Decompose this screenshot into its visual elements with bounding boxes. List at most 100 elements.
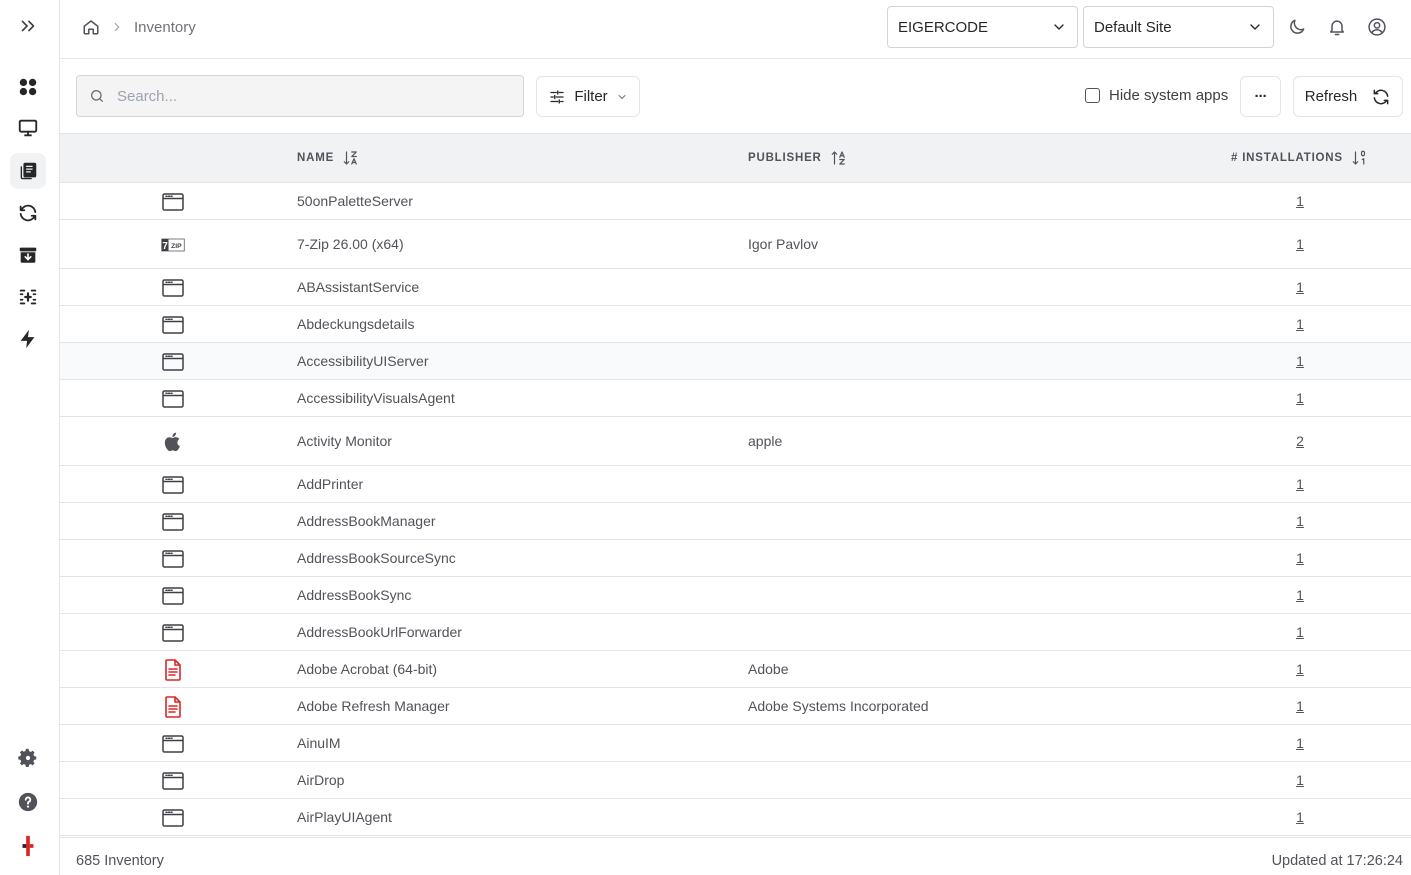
installations-link[interactable]: 1 xyxy=(1296,772,1304,788)
organization-select-value: EIGERCODE xyxy=(898,18,989,36)
sidebar-item-inventory[interactable] xyxy=(10,153,46,189)
app-publisher: Igor Pavlov xyxy=(748,236,819,252)
automation-icon xyxy=(20,329,35,349)
installations-link[interactable]: 2 xyxy=(1296,433,1304,449)
app-window-icon xyxy=(160,584,186,608)
hide-system-apps-checkbox[interactable] xyxy=(1085,88,1100,103)
breadcrumb-current: Inventory xyxy=(134,18,196,36)
app-window-icon xyxy=(160,769,186,793)
sidebar-item-help[interactable] xyxy=(10,784,46,820)
column-header-name-label: NAME xyxy=(297,152,335,164)
installations-link[interactable]: 1 xyxy=(1296,809,1304,825)
app-window-icon xyxy=(160,190,186,214)
installations-link[interactable]: 1 xyxy=(1296,513,1304,529)
installations-link[interactable]: 1 xyxy=(1296,587,1304,603)
table-row[interactable]: AddressBookManager 1 xyxy=(60,503,1411,540)
chevron-down-icon xyxy=(618,94,626,99)
inventory-icon xyxy=(20,162,37,180)
home-icon[interactable] xyxy=(82,18,100,36)
inventory-count: 685 Inventory xyxy=(76,853,164,869)
installations-link[interactable]: 1 xyxy=(1296,279,1304,295)
table-row[interactable]: Activity Monitor apple 2 xyxy=(60,417,1411,466)
pdf-document-icon xyxy=(160,695,186,719)
installations-link[interactable]: 1 xyxy=(1296,353,1304,369)
column-header-name[interactable]: NAME xyxy=(297,134,360,182)
installations-link[interactable]: 1 xyxy=(1296,698,1304,714)
more-options-label: ··· xyxy=(1254,88,1268,105)
hide-system-apps-toggle[interactable]: Hide system apps xyxy=(1085,87,1228,104)
column-header-publisher[interactable]: PUBLISHER xyxy=(748,134,848,182)
app-window-icon xyxy=(160,313,186,337)
notifications-button[interactable] xyxy=(1325,15,1349,39)
pdf-document-icon xyxy=(160,658,186,682)
table-row[interactable]: Adobe Acrobat (64-bit) Adobe 1 xyxy=(60,651,1411,688)
7zip-icon: 7 ZIP xyxy=(160,233,186,257)
sidebar-item-archive[interactable] xyxy=(10,237,46,273)
app-window-icon xyxy=(160,473,186,497)
app-name: AddressBookManager xyxy=(297,513,436,529)
column-header-installations[interactable]: # INSTALLATIONS xyxy=(1231,134,1369,182)
table-row[interactable]: AddressBookUrlForwarder 1 xyxy=(60,614,1411,651)
table-row[interactable]: AinuIM 1 xyxy=(60,725,1411,762)
table-row[interactable]: 7 ZIP 7-Zip 26.00 (x64) Igor Pavlov 1 xyxy=(60,220,1411,269)
app-name: 50onPaletteServer xyxy=(297,193,413,209)
app-name: AddressBookSourceSync xyxy=(297,550,456,566)
sidebar-item-scan[interactable] xyxy=(10,279,46,315)
organization-select[interactable]: EIGERCODE xyxy=(887,6,1078,48)
table-row[interactable]: ABAssistantService 1 xyxy=(60,269,1411,306)
app-window-icon xyxy=(160,350,186,374)
installations-link[interactable]: 1 xyxy=(1296,193,1304,209)
sidebar-item-devices[interactable] xyxy=(10,110,46,146)
dashboard-icon xyxy=(19,78,37,96)
sidebar-item-settings[interactable] xyxy=(10,740,46,776)
sidebar-item-automation[interactable] xyxy=(10,321,46,357)
installations-link[interactable]: 1 xyxy=(1296,390,1304,406)
table-body: 50onPaletteServer 1 7 ZIP 7-Zip 26.00 (x64) I… xyxy=(60,183,1411,836)
app-name: Abdeckungsdetails xyxy=(297,316,415,332)
column-header-publisher-label: PUBLISHER xyxy=(748,152,822,164)
installations-link[interactable]: 1 xyxy=(1296,550,1304,566)
chevron-down-icon xyxy=(1054,24,1064,30)
theme-toggle-button[interactable] xyxy=(1285,15,1309,39)
refresh-label: Refresh xyxy=(1304,88,1358,105)
site-select[interactable]: Default Site xyxy=(1083,6,1274,48)
app-name: AinuIM xyxy=(297,735,341,751)
table-row[interactable]: AirPlayUIAgent 1 xyxy=(60,799,1411,836)
app-root: Inventory EIGERCODE Default Site Filter xyxy=(0,0,1411,875)
sync-icon xyxy=(19,204,37,222)
installations-link[interactable]: 1 xyxy=(1296,735,1304,751)
chevron-right-icon xyxy=(114,22,120,32)
sliders-icon xyxy=(550,89,565,104)
table-row[interactable]: AddressBookSync 1 xyxy=(60,577,1411,614)
table-row[interactable]: AccessibilityUIServer 1 xyxy=(60,343,1411,380)
sort-numeric-icon xyxy=(1352,150,1365,165)
devices-icon xyxy=(18,119,38,137)
refresh-button[interactable]: Refresh xyxy=(1293,76,1403,117)
table-row[interactable]: 50onPaletteServer 1 xyxy=(60,183,1411,220)
refresh-icon xyxy=(1373,89,1389,104)
expand-sidebar-button[interactable] xyxy=(10,8,46,44)
installations-link[interactable]: 1 xyxy=(1296,661,1304,677)
search-input[interactable] xyxy=(117,87,497,105)
table-row[interactable]: Adobe Refresh Manager Adobe Systems Incor… xyxy=(60,688,1411,725)
sidebar-item-sync[interactable] xyxy=(10,195,46,231)
search-box[interactable] xyxy=(76,75,524,117)
table-row[interactable]: AddPrinter 1 xyxy=(60,466,1411,503)
installations-link[interactable]: 1 xyxy=(1296,624,1304,640)
user-menu-button[interactable] xyxy=(1365,15,1389,39)
sidebar-item-dashboard[interactable] xyxy=(10,69,46,105)
table-row[interactable]: AccessibilityVisualsAgent 1 xyxy=(60,380,1411,417)
inventory-table: NAME PUBLISHER # INSTALLATIONS 50onPalet… xyxy=(60,133,1411,836)
installations-link[interactable]: 1 xyxy=(1296,236,1304,252)
filter-button[interactable]: Filter xyxy=(536,76,640,117)
app-window-icon xyxy=(160,387,186,411)
installations-link[interactable]: 1 xyxy=(1296,476,1304,492)
table-row[interactable]: AddressBookSourceSync 1 xyxy=(60,540,1411,577)
gear-icon xyxy=(18,748,37,767)
installations-link[interactable]: 1 xyxy=(1296,316,1304,332)
column-header-installations-label: # INSTALLATIONS xyxy=(1231,152,1343,164)
table-row[interactable]: AirDrop 1 xyxy=(60,762,1411,799)
sort-descending-za-icon xyxy=(343,151,357,165)
more-options-button[interactable]: ··· xyxy=(1240,76,1281,117)
table-row[interactable]: Abdeckungsdetails 1 xyxy=(60,306,1411,343)
